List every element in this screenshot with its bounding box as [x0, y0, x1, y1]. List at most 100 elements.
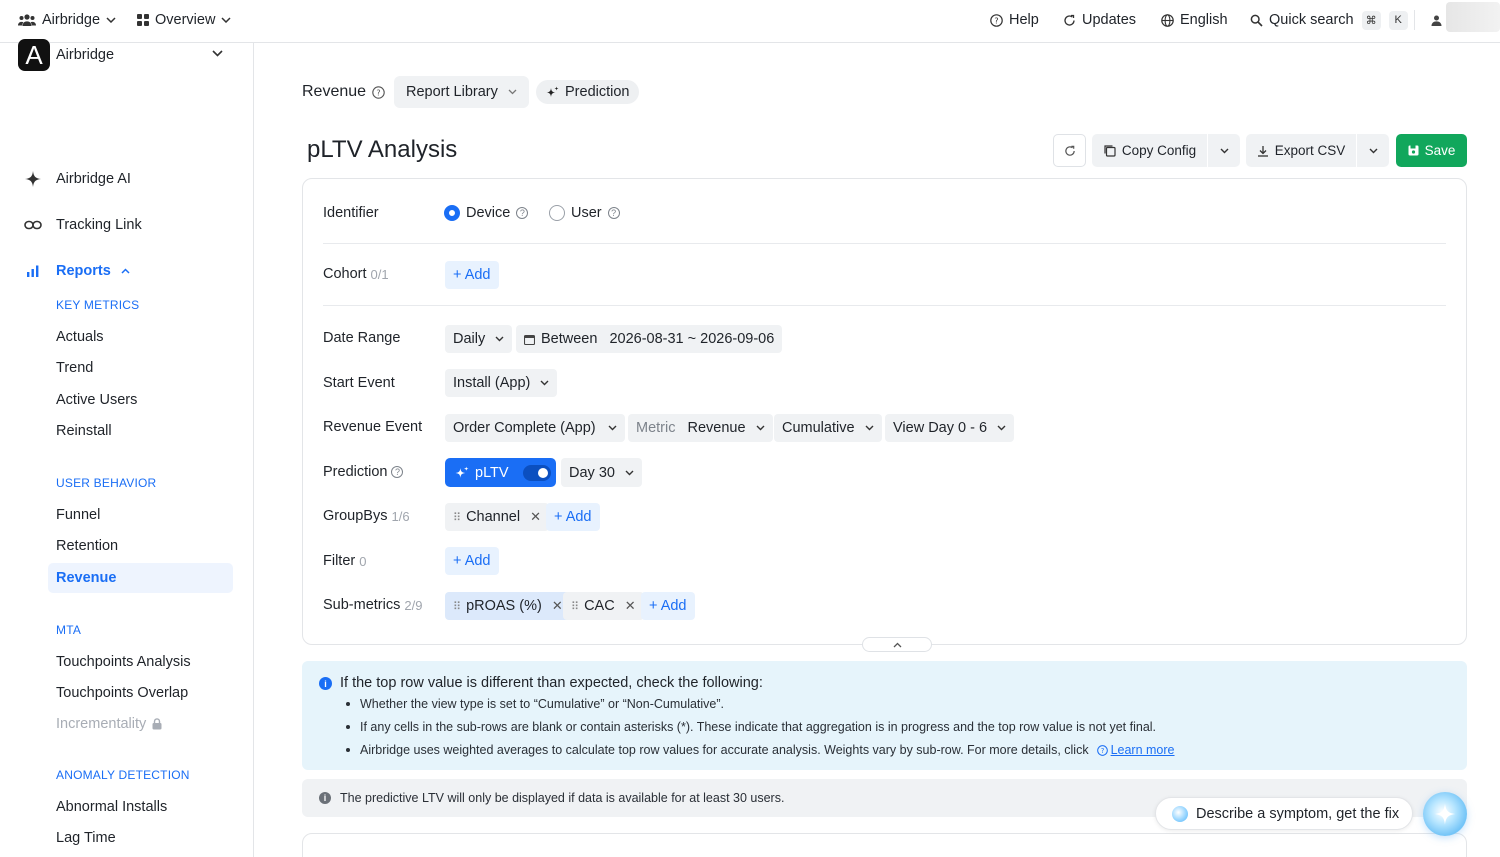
view-type-select[interactable]: Cumulative: [774, 414, 882, 442]
start-event-label: Start Event: [323, 375, 395, 391]
svg-text:?: ?: [1100, 747, 1104, 755]
help-circle-icon[interactable]: ?: [516, 207, 529, 219]
metric-select[interactable]: Metric Revenue: [628, 414, 773, 442]
avatar[interactable]: [1446, 2, 1500, 32]
help-link[interactable]: ? Help: [990, 0, 1039, 40]
sparkle-icon: [546, 86, 559, 97]
svg-text:?: ?: [376, 88, 380, 97]
pltv-toggle-switch[interactable]: [522, 464, 551, 481]
date-granularity-value: Daily: [453, 331, 486, 347]
close-icon[interactable]: ✕: [530, 509, 541, 525]
view-day-select[interactable]: View Day 0 - 6: [885, 414, 1015, 442]
prediction-label-text: Prediction: [323, 464, 388, 480]
add-filter-button[interactable]: + Add: [445, 547, 499, 575]
submetrics-label-text: Sub-metrics: [323, 597, 401, 613]
ai-assistant-prompt[interactable]: Describe a symptom, get the fix: [1155, 797, 1413, 830]
prediction-badge[interactable]: Prediction: [536, 80, 640, 104]
workspace-name: Airbridge: [56, 47, 115, 63]
date-range-label: Date Range: [323, 330, 400, 346]
updates-link[interactable]: Updates: [1063, 0, 1136, 40]
sidebar-item-active-users[interactable]: Active Users: [56, 392, 137, 408]
notice-text: The predictive LTV will only be displaye…: [340, 791, 785, 805]
revenue-event-select[interactable]: Order Complete (App): [445, 414, 625, 442]
sidebar-item-abnormal-installs[interactable]: Abnormal Installs: [56, 799, 167, 815]
workspace-switcher[interactable]: A Airbridge: [18, 39, 114, 71]
sidebar-item-touchpoints-overlap[interactable]: Touchpoints Overlap: [56, 685, 188, 701]
sidebar-item-tracking-link[interactable]: Tracking Link: [24, 217, 142, 233]
cohort-label: Cohort 0/1: [323, 266, 389, 282]
sidebar-item-reinstall[interactable]: Reinstall: [56, 423, 112, 439]
date-value: 2026-08-31 ~ 2026-09-06: [609, 331, 775, 347]
org-switcher[interactable]: Airbridge: [18, 0, 116, 40]
export-csv-button[interactable]: Export CSV: [1246, 134, 1356, 167]
view-switcher[interactable]: Overview: [137, 0, 231, 40]
collapse-panel-button[interactable]: [862, 637, 932, 652]
save-button[interactable]: Save: [1396, 134, 1467, 167]
sidebar-item-funnel[interactable]: Funnel: [56, 507, 100, 523]
add-cohort-button[interactable]: + Add: [445, 261, 499, 289]
start-event-value: Install (App): [453, 375, 531, 391]
sidebar-item-retention[interactable]: Retention: [56, 538, 118, 554]
sidebar-item-touchpoints-analysis[interactable]: Touchpoints Analysis: [56, 654, 191, 670]
start-event-select[interactable]: Install (App): [445, 369, 558, 397]
drag-handle-icon[interactable]: ⠿: [571, 600, 579, 613]
help-circle-icon[interactable]: ?: [372, 85, 385, 99]
lock-icon: [152, 718, 162, 730]
identifier-device-radio[interactable]: Device ?: [444, 205, 529, 221]
sidebar-item-lag-time[interactable]: Lag Time: [56, 830, 116, 846]
prediction-day-select[interactable]: Day 30: [561, 458, 642, 487]
date-granularity-select[interactable]: Daily: [445, 325, 513, 353]
copy-config-label: Copy Config: [1121, 143, 1197, 158]
shortcut-key: K: [1388, 10, 1408, 30]
sidebar-item-actuals[interactable]: Actuals: [56, 329, 104, 345]
identifier-label-text: Identifier: [323, 205, 379, 221]
info-bullet: Airbridge uses weighted averages to calc…: [346, 743, 1175, 757]
help-circle-icon: ?: [1096, 744, 1108, 756]
search-icon: [1250, 14, 1263, 27]
sidebar-item-label: Incrementality: [56, 716, 147, 732]
add-submetric-button[interactable]: + Add: [641, 592, 695, 620]
sparkle-icon: [25, 171, 41, 187]
copy-config-menu-button[interactable]: [1208, 134, 1240, 167]
chevron-down-icon: [756, 425, 765, 431]
pltv-toggle-chip[interactable]: pLTV: [445, 458, 556, 487]
date-range-picker[interactable]: Between 2026-08-31 ~ 2026-09-06: [516, 325, 783, 353]
drag-handle-icon[interactable]: ⠿: [453, 511, 461, 524]
drag-handle-icon[interactable]: ⠿: [453, 600, 461, 613]
close-icon[interactable]: ✕: [552, 598, 563, 614]
add-groupby-button[interactable]: + Add: [546, 503, 600, 531]
bullet-dot: [346, 748, 350, 752]
submetric-chip[interactable]: ⠿ CAC ✕: [563, 592, 644, 620]
help-circle-icon[interactable]: ?: [607, 207, 620, 219]
ai-assistant-button[interactable]: [1423, 792, 1467, 836]
copy-config-button[interactable]: Copy Config: [1092, 134, 1207, 167]
help-circle-icon[interactable]: ?: [391, 466, 404, 478]
groupby-chip[interactable]: ⠿ Channel ✕: [445, 503, 549, 531]
refresh-button[interactable]: [1053, 134, 1086, 167]
prediction-label: Prediction ?: [323, 464, 404, 480]
identifier-user-radio[interactable]: User ?: [549, 205, 620, 221]
chevron-down-icon: [495, 336, 504, 342]
sidebar-item-revenue-label: Revenue: [56, 570, 117, 586]
close-icon[interactable]: ✕: [625, 598, 636, 614]
language-switcher[interactable]: English: [1161, 0, 1228, 40]
view-day-value: View Day 0 - 6: [893, 420, 988, 436]
report-library-dropdown[interactable]: Report Library: [394, 76, 529, 108]
sidebar-item-airbridge-ai[interactable]: Airbridge AI: [24, 170, 131, 188]
sidebar-item-trend[interactable]: Trend: [56, 360, 93, 376]
shortcut-cmd: ⌘: [1361, 10, 1381, 30]
sidebar-item-reports[interactable]: Reports: [24, 263, 130, 279]
export-menu-button[interactable]: [1357, 134, 1389, 167]
chevron-down-icon[interactable]: [212, 50, 223, 57]
start-event-label-text: Start Event: [323, 375, 395, 391]
user-menu[interactable]: [1431, 0, 1442, 40]
learn-more-link[interactable]: Learn more: [1111, 743, 1175, 757]
groupby-value: Channel: [466, 509, 521, 525]
submetric-chip[interactable]: ⠿ pROAS (%) ✕: [445, 592, 571, 620]
chevron-up-icon: [893, 642, 901, 647]
prediction-day-value: Day 30: [569, 464, 615, 481]
sidebar-item-incrementality: Incrementality: [56, 716, 162, 732]
chevron-up-icon: [121, 268, 130, 274]
sidebar-item-label: Tracking Link: [56, 217, 142, 233]
quick-search[interactable]: Quick search ⌘ K: [1250, 0, 1408, 40]
